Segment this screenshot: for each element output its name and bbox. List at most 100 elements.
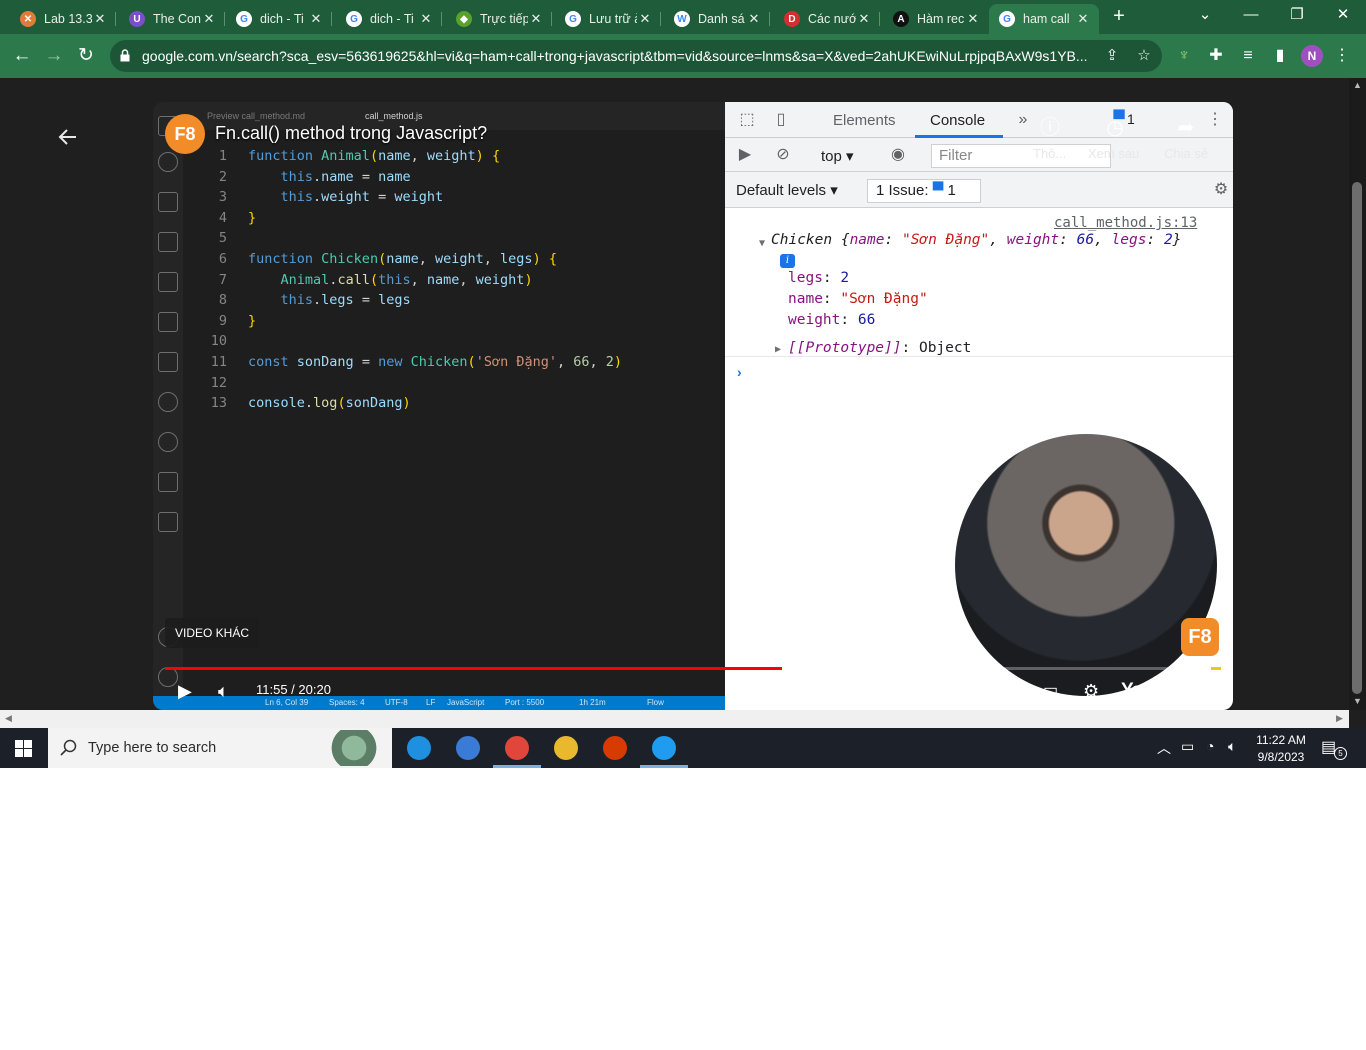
vertical-scrollbar[interactable]: ▲ ▼ <box>1349 78 1366 710</box>
forward-button[interactable]: → <box>41 43 67 69</box>
browser-tab[interactable]: ◆ Trực tiếp ✕ <box>446 4 552 34</box>
close-tab-icon[interactable]: ✕ <box>637 11 653 27</box>
close-tab-icon[interactable]: ✕ <box>965 11 981 27</box>
channel-avatar[interactable]: F8 <box>165 114 205 154</box>
minimize-button[interactable]: — <box>1228 0 1274 32</box>
notification-center-icon[interactable]: ▤ 5 <box>1321 737 1347 760</box>
console-settings-gear-icon: ⚙ <box>1213 181 1229 198</box>
browser-tab[interactable]: W Danh sá ✕ <box>664 4 770 34</box>
close-tab-icon[interactable]: ✕ <box>418 11 434 27</box>
close-tab-icon[interactable]: ✕ <box>201 11 217 27</box>
browser-tab[interactable]: U The Con ✕ <box>119 4 225 34</box>
chrome-icon[interactable] <box>542 728 590 768</box>
play-icon[interactable]: ▶ <box>178 678 192 704</box>
close-tab-icon[interactable]: ✕ <box>528 11 544 27</box>
new-tab-button[interactable]: + <box>1108 5 1130 27</box>
close-tab-icon[interactable]: ✕ <box>856 11 872 27</box>
restore-button[interactable]: ❐ <box>1274 0 1320 32</box>
wifi-icon[interactable]: ◔ <box>1206 738 1214 754</box>
subtitles-icon[interactable]: ▭ <box>1043 678 1058 704</box>
scroll-left-arrow-icon[interactable]: ◀ <box>5 713 12 724</box>
office-icon[interactable] <box>591 728 639 768</box>
taskbar-clock[interactable]: 11:22 AM 9/8/2023 <box>1248 732 1314 766</box>
scroll-down-arrow-icon[interactable]: ▼ <box>1353 696 1362 706</box>
browser-tab[interactable]: A Hàm rec ✕ <box>883 4 989 34</box>
device-toolbar-icon: ▯ <box>776 111 786 128</box>
reload-button[interactable]: ↻ <box>73 43 99 69</box>
windows-start-icon[interactable] <box>15 740 32 757</box>
vertical-scroll-thumb[interactable] <box>1352 182 1362 694</box>
extensions-puzzle-icon[interactable]: ✚ <box>1205 45 1227 67</box>
status-item: 1h 21m <box>579 698 606 707</box>
settings-gear-icon[interactable]: ⚙ <box>1083 678 1099 704</box>
youtube-logo[interactable]: YouTube <box>1121 680 1193 702</box>
expand-triangle-icon: ▼ <box>759 238 766 249</box>
video-title[interactable]: Fn.call() method trong Javascript? <box>215 123 487 144</box>
volume-tray-icon[interactable]: 🔈︎ <box>1228 738 1236 755</box>
battery-icon[interactable]: ▭ <box>1181 738 1194 755</box>
browser-tab[interactable]: Gdich - Ti ✕ <box>336 4 442 34</box>
info-icon[interactable]: ⓘ <box>1036 114 1064 142</box>
sidebar-toggle-icon: ▶ <box>738 146 752 163</box>
context-selector: top ▾ <box>821 148 854 165</box>
tray-overflow-chevron-icon[interactable]: ︿ <box>1157 738 1171 758</box>
fullscreen-icon[interactable]: ⛶ <box>1189 678 1202 704</box>
scroll-right-arrow-icon[interactable]: ▶ <box>1336 713 1343 724</box>
watch-later-clock-icon[interactable]: ◷ <box>1101 114 1129 142</box>
code-text: this.legs = legs <box>280 292 411 309</box>
vscode-icon[interactable] <box>640 728 688 768</box>
browser-tab-label: Hàm rec <box>917 12 965 26</box>
browser-menu-icon[interactable]: ⋮ <box>1331 45 1353 67</box>
address-bar[interactable]: google.com.vn/search?sca_esv=563619625&h… <box>110 40 1162 72</box>
line-number: 10 <box>210 333 227 350</box>
watch-later-label[interactable]: Xem sau <box>1088 146 1139 161</box>
share-icon[interactable]: ➦ <box>1172 114 1200 142</box>
volume-icon[interactable]: 🔈︎ <box>218 678 229 704</box>
time-display: 11:55 / 20:20 <box>256 682 331 697</box>
chrome-profile-icon[interactable] <box>493 728 541 768</box>
close-window-button[interactable]: ✕ <box>1320 0 1366 32</box>
bookmark-star-icon[interactable]: ☆ <box>1134 46 1154 66</box>
profile-avatar[interactable]: N <box>1301 45 1323 67</box>
horizontal-scrollbar[interactable]: ◀ ▶ <box>0 710 1349 728</box>
extension-figure-icon[interactable]: ♆ <box>1173 45 1195 67</box>
browser-tab[interactable]: Gdich - Ti ✕ <box>226 4 332 34</box>
media-control-icon[interactable]: ≡ <box>1237 45 1259 67</box>
browser-toolbar: ← → ↻ google.com.vn/search?sca_esv=56361… <box>0 34 1366 78</box>
edge-icon[interactable] <box>395 728 443 768</box>
share-page-icon[interactable]: ⇪ <box>1102 46 1122 66</box>
search-placeholder[interactable]: Type here to search <box>88 740 216 756</box>
info-label[interactable]: Thô... <box>1033 146 1066 161</box>
progress-bar[interactable] <box>165 667 1221 670</box>
close-tab-icon[interactable]: ✕ <box>746 11 762 27</box>
file-explorer-icon[interactable] <box>444 728 492 768</box>
browser-tab[interactable]: G Lưu trữ ả ✕ <box>555 4 661 34</box>
tab-search-chevron-icon[interactable]: ⌄ <box>1182 0 1228 32</box>
close-tab-icon[interactable]: ✕ <box>92 11 108 27</box>
side-panel-icon[interactable]: ▮ <box>1269 45 1291 67</box>
object-property-legs: legs: 2 <box>788 270 850 286</box>
browser-tab[interactable]: ✕ Lab 13.3 ✕ <box>10 4 116 34</box>
share-label[interactable]: Chia sẻ <box>1164 146 1208 161</box>
log-levels-dropdown: Default levels ▾ <box>736 182 838 199</box>
google-favicon: G <box>565 11 581 27</box>
url-text[interactable]: google.com.vn/search?sca_esv=563619625&h… <box>142 48 1092 64</box>
browser-tab-label: Lab 13.3 <box>44 12 92 26</box>
issues-button: 1 Issue: ▀ 1 <box>867 179 981 203</box>
scroll-up-arrow-icon[interactable]: ▲ <box>1353 80 1362 90</box>
browser-tab[interactable]: D Các nướ ✕ <box>774 4 880 34</box>
close-preview-back-icon[interactable] <box>56 125 80 149</box>
more-videos-button[interactable]: VIDEO KHÁC <box>165 618 260 648</box>
live-expression-eye-icon: ◉ <box>891 146 905 163</box>
close-tab-icon[interactable]: ✕ <box>308 11 324 27</box>
close-tab-icon[interactable]: ✕ <box>1075 11 1091 27</box>
tab-separator <box>551 12 552 26</box>
back-button[interactable]: ← <box>9 43 35 69</box>
taskbar-search-box[interactable]: Type here to search <box>48 728 392 768</box>
folder-icon <box>158 232 178 252</box>
browser-tab[interactable]: Gham call ✕ <box>989 4 1099 34</box>
panel-icon <box>158 472 178 492</box>
video-player[interactable]: Preview call_method.md call_method.js 1 f… <box>153 102 1233 710</box>
line-number: 2 <box>218 168 227 185</box>
active-app-indicator <box>640 765 688 768</box>
